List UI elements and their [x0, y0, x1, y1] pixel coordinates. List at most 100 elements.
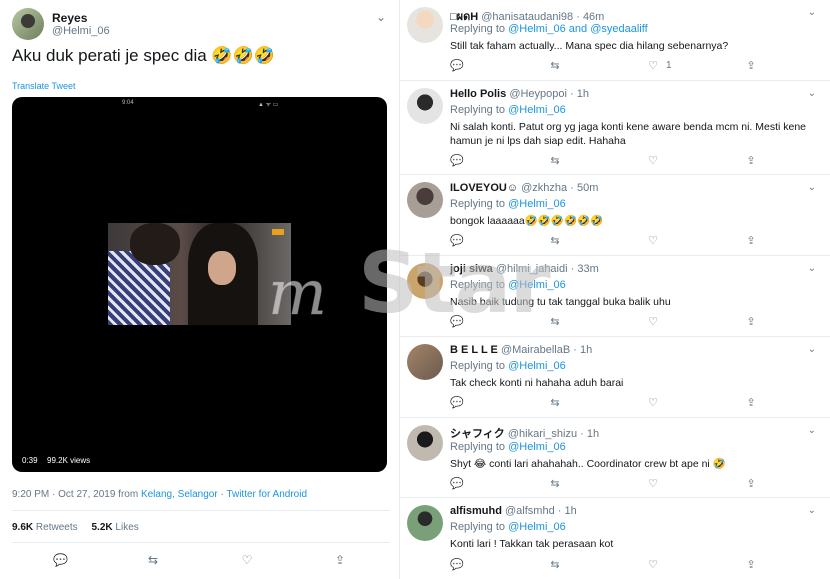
reply-name[interactable]: □ผดH [450, 11, 478, 23]
reply-name[interactable]: ILOVEYOU☺ [450, 182, 518, 194]
reply-tweet[interactable]: B E L L E @MairabellaB · 1h ⌄ Replying t… [400, 337, 830, 418]
translate-link[interactable]: Translate Tweet [12, 81, 76, 91]
reply-time[interactable]: · 1h [570, 88, 589, 100]
share-icon[interactable]: ⇪ [744, 154, 758, 168]
reply-name[interactable]: alfismuhd [450, 505, 502, 517]
chevron-down-icon[interactable]: ⌄ [808, 182, 816, 193]
reply-text: Shyt 😂 conti lari ahahahah.. Coordinator… [450, 458, 726, 470]
replying-to: Replying to @Helmi_06 [450, 198, 566, 210]
reply-handle[interactable]: @hikari_shizu [508, 428, 577, 440]
like-icon[interactable]: ♡ [646, 234, 660, 248]
reply-name[interactable]: シャフィク [450, 428, 505, 440]
reply-text: Still tak faham actually... Mana spec di… [450, 40, 729, 52]
reply-icon[interactable]: 💬 [450, 396, 464, 410]
replying-to-handles[interactable]: @Helmi_06 [508, 279, 566, 291]
avatar[interactable] [407, 263, 443, 299]
reply-time[interactable]: · 1h [580, 428, 599, 440]
share-icon[interactable]: ⇪ [333, 553, 347, 567]
chevron-down-icon[interactable]: ⌄ [808, 425, 816, 436]
reply-name[interactable]: B E L L E [450, 344, 498, 356]
video-player[interactable]: 9:04 ▲ ᯤ ▭ 0:39 99.2K views [12, 97, 387, 472]
reply-handle[interactable]: @MairabellaB [501, 344, 570, 356]
reply-handle[interactable]: @Heypopoi [509, 88, 567, 100]
avatar[interactable] [407, 88, 443, 124]
reply-time[interactable]: · 50m [570, 182, 598, 194]
reply-tweet[interactable]: joji siwa @hilmi_jahaidi · 33m ⌄ Replyin… [400, 256, 830, 337]
share-icon[interactable]: ⇪ [744, 396, 758, 410]
like-icon[interactable]: ♡ [646, 154, 660, 168]
reply-tweet[interactable]: alfismuhd @alfsmhd · 1h ⌄ Replying to @H… [400, 498, 830, 579]
share-icon[interactable]: ⇪ [744, 234, 758, 248]
share-icon[interactable]: ⇪ [744, 315, 758, 329]
reply-text: Konti lari ! Takkan tak perasaan kot [450, 538, 614, 550]
likes-stat[interactable]: 5.2K Likes [92, 522, 139, 533]
chevron-down-icon[interactable]: ⌄ [808, 505, 816, 516]
replying-to-handles[interactable]: @Helmi_06 [508, 104, 566, 116]
author-name[interactable]: Reyes [52, 11, 87, 25]
reply-time[interactable]: · 33m [571, 263, 599, 275]
reply-name[interactable]: Hello Polis [450, 88, 506, 100]
reply-icon[interactable]: 💬 [450, 59, 464, 73]
retweet-icon[interactable]: ⇆ [548, 234, 562, 248]
chevron-down-icon[interactable]: ⌄ [808, 7, 816, 18]
tweet-source[interactable]: Twitter for Android [226, 489, 307, 500]
reply-tweet[interactable]: シャフィク @hikari_shizu · 1h ⌄ Replying to @… [400, 418, 830, 498]
reply-icon[interactable]: 💬 [53, 553, 68, 567]
like-icon[interactable]: ♡ [646, 315, 660, 329]
chevron-down-icon[interactable]: ⌄ [808, 88, 816, 99]
share-icon[interactable]: ⇪ [744, 59, 758, 73]
retweet-icon[interactable]: ⇆ [548, 59, 562, 73]
like-icon[interactable]: ♡ [646, 396, 660, 410]
like-icon[interactable]: ♡ [646, 477, 660, 491]
replying-to-handles[interactable]: @Helmi_06 [508, 360, 566, 372]
share-icon[interactable]: ⇪ [744, 477, 758, 491]
retweet-icon[interactable]: ⇆ [146, 553, 160, 567]
reply-name[interactable]: joji siwa [450, 263, 493, 275]
avatar[interactable] [407, 182, 443, 218]
tweet-location[interactable]: Kelang, Selangor [141, 489, 218, 500]
replying-to-handles[interactable]: @Helmi_06 [508, 198, 566, 210]
reply-icon[interactable]: 💬 [450, 558, 464, 572]
like-icon[interactable]: ♡ [646, 59, 660, 73]
replying-to-handles[interactable]: @Helmi_06 [508, 441, 566, 453]
retweet-icon[interactable]: ⇆ [548, 154, 562, 168]
avatar[interactable] [407, 344, 443, 380]
reply-handle[interactable]: @zkhzha [521, 182, 567, 194]
retweet-icon[interactable]: ⇆ [548, 558, 562, 572]
retweet-icon[interactable]: ⇆ [548, 315, 562, 329]
reply-handle[interactable]: @hilmi_jahaidi [496, 263, 568, 275]
avatar[interactable] [12, 8, 44, 40]
like-icon[interactable]: ♡ [240, 553, 254, 567]
avatar[interactable] [407, 505, 443, 541]
reply-tweet[interactable]: Hello Polis @Heypopoi · 1h ⌄ Replying to… [400, 81, 830, 175]
reply-tweet[interactable]: ILOVEYOU☺ @zkhzha · 50m ⌄ Replying to @H… [400, 175, 830, 256]
tweet-timestamp[interactable]: 9:20 PM · Oct 27, 2019 from [12, 489, 138, 500]
reply-time[interactable]: · 1h [573, 344, 592, 356]
author-handle[interactable]: @Helmi_06 [52, 25, 110, 37]
retweets-stat[interactable]: 9.6K Retweets [12, 522, 78, 533]
reply-handle[interactable]: @alfsmhd [505, 505, 555, 517]
reply-icon[interactable]: 💬 [450, 234, 464, 248]
chevron-down-icon[interactable]: ⌄ [808, 263, 816, 274]
replying-prefix: Replying to [450, 23, 506, 35]
avatar[interactable] [407, 7, 443, 43]
reply-icon[interactable]: 💬 [450, 154, 464, 168]
reply-icon[interactable]: 💬 [450, 477, 464, 491]
like-icon[interactable]: ♡ [646, 558, 660, 572]
replying-prefix: Replying to [450, 198, 506, 210]
reply-icon[interactable]: 💬 [450, 315, 464, 329]
reply-tweet[interactable]: □ผดH @hanisataudani98 · 46m ⌄ Replying t… [400, 0, 830, 81]
retweet-icon[interactable]: ⇆ [548, 477, 562, 491]
share-icon[interactable]: ⇪ [744, 558, 758, 572]
chevron-down-icon[interactable]: ⌄ [376, 10, 386, 24]
replying-to-handles[interactable]: @Helmi_06 and @syedaaliff [508, 23, 648, 35]
main-tweet: Reyes @Helmi_06 ⌄ Aku duk perati je spec… [0, 0, 400, 579]
likes-label: Likes [115, 522, 139, 533]
avatar[interactable] [407, 425, 443, 461]
chevron-down-icon[interactable]: ⌄ [808, 344, 816, 355]
replying-to-handles[interactable]: @Helmi_06 [508, 521, 566, 533]
reply-handle[interactable]: @hanisataudani98 [481, 11, 573, 23]
retweet-icon[interactable]: ⇆ [548, 396, 562, 410]
reply-time[interactable]: · 46m [576, 11, 604, 23]
reply-time[interactable]: · 1h [558, 505, 577, 517]
